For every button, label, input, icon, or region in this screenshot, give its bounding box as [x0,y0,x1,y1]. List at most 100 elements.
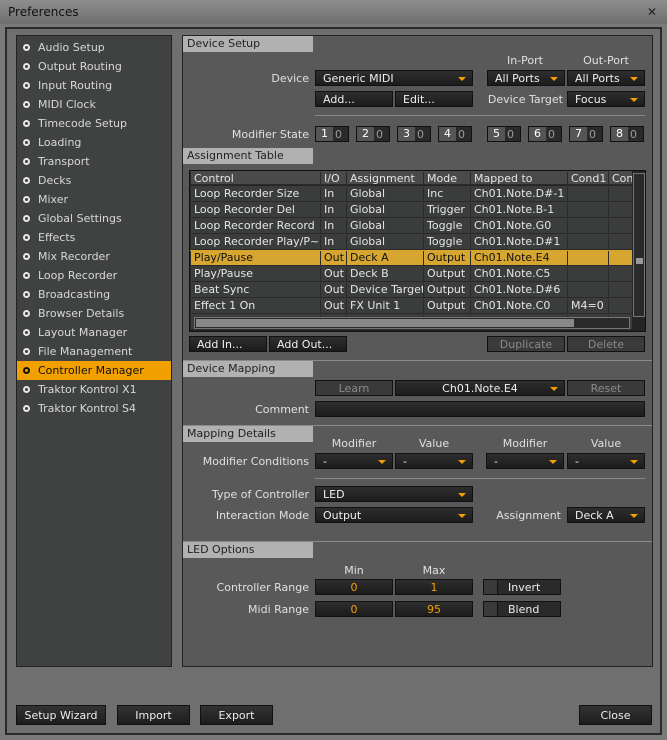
table-cell [608,267,632,282]
type-of-controller-dropdown[interactable]: LED [315,486,473,502]
vertical-scrollbar[interactable] [633,173,645,317]
mapping-dropdown[interactable]: Ch01.Note.E4 [395,380,565,396]
value-2-value: - [575,455,579,468]
scrollbar-thumb[interactable] [636,258,643,264]
modifier-state-4: 40 [438,126,472,142]
add-out-button[interactable]: Add Out... [269,336,347,352]
radio-icon [23,82,30,89]
sidebar-item-controller-manager[interactable]: Controller Manager [17,361,171,380]
midi-range-label: Midi Range [248,603,309,616]
table-row[interactable]: Play/Pause Out Deck A Output Ch01.Note.E4 [190,250,632,266]
table-row[interactable]: Loop Recorder Del In Global Trigger Ch01.Not… [190,202,632,218]
assignment-dropdown[interactable]: Deck A [567,507,645,523]
modifier-state-5: 50 [487,126,521,142]
value-2-dropdown[interactable]: - [567,453,645,469]
setup-wizard-button[interactable]: Setup Wizard [16,705,106,725]
invert-checkbox[interactable]: Invert [483,579,561,595]
modifier-value: 0 [507,128,514,141]
out-port-label: Out-Port [583,54,629,67]
import-button[interactable]: Import [117,705,190,725]
sidebar-item-effects[interactable]: Effects [17,228,171,247]
device-dropdown[interactable]: Generic MIDI [315,70,473,86]
table-row[interactable]: Play/Pause Out Deck B Output Ch01.Note.C5 [190,266,632,282]
controller-min-input[interactable]: 0 [315,579,393,595]
table-row[interactable]: Loop Recorder Record In Global Toggle Ch01.N… [190,218,632,234]
modifier-state-7: 70 [569,126,603,142]
midi-max-input[interactable]: 95 [395,601,473,617]
modifier-number: 6 [529,127,546,141]
chevron-down-icon [549,460,557,464]
min-label: Min [344,564,364,577]
horizontal-scrollbar[interactable] [194,317,630,329]
sidebar-item-audio-setup[interactable]: Audio Setup [17,38,171,57]
sidebar-item-traktor-kontrol-s4[interactable]: Traktor Kontrol S4 [17,399,171,418]
add-in-button[interactable]: Add In... [189,336,267,352]
table-cell: Deck B [346,267,423,282]
sidebar-item-browser-details[interactable]: Browser Details [17,304,171,323]
sidebar-item-transport[interactable]: Transport [17,152,171,171]
midi-min-input[interactable]: 0 [315,601,393,617]
value-col-label: Value [418,437,450,450]
table-cell: Output [423,283,470,298]
table-row[interactable]: Loop Recorder Play/P~ In Global Toggle Ch01.… [190,234,632,250]
duplicate-button[interactable]: Duplicate [487,336,565,352]
comment-input[interactable] [315,401,645,417]
sidebar-item-mix-recorder[interactable]: Mix Recorder [17,247,171,266]
table-cell [567,251,608,266]
sidebar-item-layout-manager[interactable]: Layout Manager [17,323,171,342]
modifier-1-dropdown[interactable]: - [315,453,393,469]
sidebar-item-midi-clock[interactable]: MIDI Clock [17,95,171,114]
export-button[interactable]: Export [200,705,273,725]
sidebar-item-label: Traktor Kontrol X1 [38,383,137,396]
sidebar-item-label: Audio Setup [38,41,105,54]
table-cell: M4=0 [567,299,608,314]
sidebar-item-file-management[interactable]: File Management [17,342,171,361]
delete-button[interactable]: Delete [567,336,645,352]
controller-max-input[interactable]: 1 [395,579,473,595]
scrollbar-thumb[interactable] [196,319,574,327]
interaction-mode-dropdown[interactable]: Output [315,507,473,523]
sidebar-item-label: Input Routing [38,79,113,92]
learn-button[interactable]: Learn [315,380,393,396]
table-cell: Mode [423,172,470,187]
sidebar-item-loop-recorder[interactable]: Loop Recorder [17,266,171,285]
table-cell: Control [190,172,320,187]
add-device-button[interactable]: Add... [315,91,393,107]
sidebar-item-broadcasting[interactable]: Broadcasting [17,285,171,304]
sidebar-item-output-routing[interactable]: Output Routing [17,57,171,76]
sidebar-item-timecode-setup[interactable]: Timecode Setup [17,114,171,133]
table-cell: Ch01.Note.E4 [470,251,567,266]
sidebar-item-global-settings[interactable]: Global Settings [17,209,171,228]
modifier-2-dropdown[interactable]: - [486,453,564,469]
edit-device-button[interactable]: Edit... [395,91,473,107]
sidebar-item-mixer[interactable]: Mixer [17,190,171,209]
table-cell: Inc [423,187,470,202]
device-target-dropdown[interactable]: Focus [567,91,645,107]
table-header[interactable]: Control I/O Assignment Mode Mapped to Cond1 Co… [190,171,632,187]
sidebar-item-label: MIDI Clock [38,98,96,111]
close-icon[interactable]: ✕ [645,5,659,19]
table-row[interactable]: Effect 1 On Out FX Unit 1 Output Ch01.Note.C… [190,298,632,314]
value-1-dropdown[interactable]: - [395,453,473,469]
sidebar-item-label: Timecode Setup [38,117,127,130]
sidebar-item-loading[interactable]: Loading [17,133,171,152]
sidebar-item-input-routing[interactable]: Input Routing [17,76,171,95]
table-cell: Deck A [346,251,423,266]
sidebar-item-label: File Management [38,345,133,358]
out-port-dropdown[interactable]: All Ports [567,70,645,86]
table-row[interactable]: Beat Sync Out Device Target Output Ch01.Note… [190,282,632,298]
modifier-state-3: 30 [397,126,431,142]
reset-button[interactable]: Reset [567,380,645,396]
modifier-number: 4 [439,127,456,141]
table-cell: Loop Recorder Play/P~ [190,235,320,250]
sidebar-item-decks[interactable]: Decks [17,171,171,190]
table-cell: Output [423,267,470,282]
blend-checkbox[interactable]: Blend [483,601,561,617]
modifier-col-label-2: Modifier [502,437,548,450]
table-row[interactable]: Loop Recorder Size In Global Inc Ch01.Note.D… [190,186,632,202]
table-cell: Trigger [423,203,470,218]
in-port-dropdown[interactable]: All Ports [487,70,565,86]
sidebar-item-traktor-kontrol-x1[interactable]: Traktor Kontrol X1 [17,380,171,399]
close-button[interactable]: Close [579,705,652,725]
table-cell: Global [346,235,423,250]
